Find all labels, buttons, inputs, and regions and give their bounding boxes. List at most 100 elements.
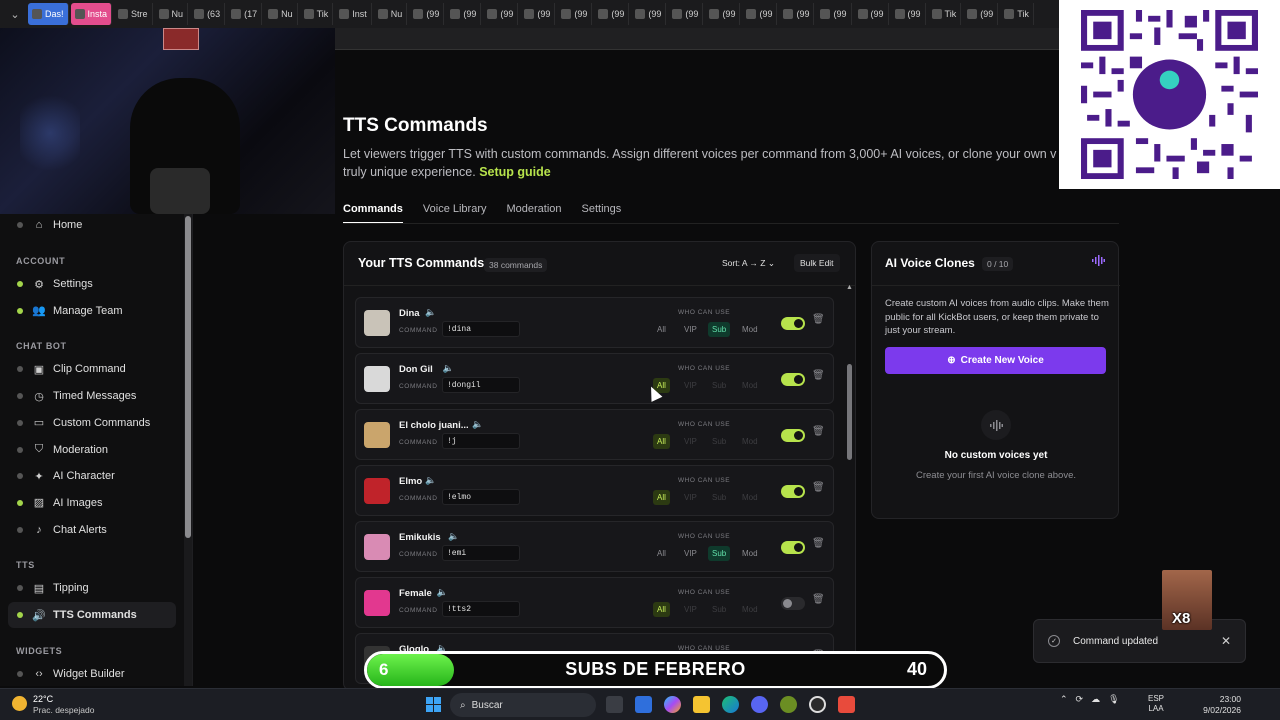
trash-icon[interactable]: 🗑	[812, 538, 825, 549]
tab-commands[interactable]: Commands	[343, 203, 403, 224]
obs-icon[interactable]	[809, 696, 826, 713]
preview-speaker-icon[interactable]: 🔈	[425, 475, 436, 486]
command-input[interactable]: !j	[442, 433, 520, 449]
tray-sync-icon[interactable]: ⟳	[1076, 694, 1084, 705]
perm-vip-button[interactable]: VIP	[680, 490, 701, 505]
perm-all-button[interactable]: All	[653, 602, 670, 617]
taskbar-clock[interactable]: 23:00 9/02/2026	[1197, 694, 1241, 716]
bulk-edit-button[interactable]: Bulk Edit	[794, 254, 840, 272]
taskbar-search[interactable]: ⌕ Buscar	[450, 693, 596, 717]
perm-mod-button[interactable]: Mod	[738, 546, 762, 561]
command-row[interactable]: El cholo juani... 🔈 COMMAND !j WHO CAN USE Al…	[355, 409, 834, 460]
preview-speaker-icon[interactable]: 🔈	[437, 587, 448, 598]
perm-sub-button[interactable]: Sub	[708, 546, 731, 561]
file-explorer-icon[interactable]	[693, 696, 710, 713]
browser-tab[interactable]: Tik	[1000, 3, 1034, 25]
weather-sun-icon[interactable]	[12, 696, 27, 711]
browser-tab[interactable]: (99	[594, 3, 630, 25]
trash-icon[interactable]: 🗑	[812, 594, 825, 605]
sidebar-item-ai-character[interactable]: ✦ AI Character	[8, 463, 176, 489]
browser-tab[interactable]: (99	[446, 3, 482, 25]
preview-speaker-icon[interactable]: 🔈	[425, 307, 436, 318]
perm-vip-button[interactable]: VIP	[680, 322, 701, 337]
tab-list-chevron-icon[interactable]: ⌄	[4, 3, 26, 25]
browser-tab[interactable]: (99	[816, 3, 852, 25]
tab-settings[interactable]: Settings	[582, 203, 622, 224]
command-row[interactable]: Dina 🔈 COMMAND !dina WHO CAN USE All VIP Sub Mod…	[355, 297, 834, 348]
copilot-icon[interactable]	[664, 696, 681, 713]
perm-vip-button[interactable]: VIP	[680, 434, 701, 449]
browser-tab[interactable]: (99	[854, 3, 889, 25]
create-new-voice-button[interactable]: ⊕ Create New Voice	[885, 347, 1106, 374]
sidebar-item-moderation[interactable]: ⛉ Moderation	[8, 437, 176, 463]
browser-tab[interactable]: Nu	[155, 3, 189, 25]
setup-guide-link[interactable]: Setup guide	[479, 165, 551, 179]
browser-tab[interactable]: (99	[668, 3, 704, 25]
sidebar-item-widget-builder[interactable]: ‹› Widget Builder	[8, 661, 176, 686]
tray-chevron-up-icon[interactable]: ⌃	[1060, 694, 1068, 705]
command-input[interactable]: !dongil	[442, 377, 520, 393]
command-row[interactable]: Emikukis 🔈 COMMAND !emi WHO CAN USE All VIP Sub…	[355, 521, 834, 572]
command-row[interactable]: Don Gil 🔈 COMMAND !dongil WHO CAN USE All VIP S…	[355, 353, 834, 404]
command-row[interactable]: Elmo 🔈 COMMAND !elmo WHO CAN USE All VIP Sub Mod…	[355, 465, 834, 516]
close-icon[interactable]: ✕	[1221, 634, 1231, 648]
perm-vip-button[interactable]: VIP	[680, 378, 701, 393]
sidebar-scrollbar-thumb[interactable]	[185, 216, 191, 538]
browser-tab[interactable]: (99	[409, 3, 445, 25]
enable-toggle[interactable]	[781, 429, 805, 442]
sidebar-item-timed-messages[interactable]: ◷ Timed Messages	[8, 383, 176, 409]
sidebar-item-ai-images[interactable]: ▨ AI Images	[8, 490, 176, 516]
scroll-up-arrow-icon[interactable]: ▲	[846, 284, 853, 291]
trash-icon[interactable]: 🗑	[812, 314, 825, 325]
store-icon[interactable]	[635, 696, 652, 713]
weather-temperature[interactable]: 22°C	[33, 694, 53, 704]
sidebar-item-custom-commands[interactable]: ▭ Custom Commands	[8, 410, 176, 436]
trash-icon[interactable]: 🗑	[812, 426, 825, 437]
command-input[interactable]: !emi	[442, 545, 520, 561]
tray-mic-icon[interactable]: 🎙	[1108, 694, 1119, 705]
browser-tab[interactable]: (99	[520, 3, 556, 25]
command-input[interactable]: !tts2	[442, 601, 520, 617]
perm-all-button[interactable]: All	[653, 546, 670, 561]
trash-icon[interactable]: 🗑	[812, 370, 825, 381]
sidebar-scrollbar[interactable]	[184, 214, 192, 686]
preview-speaker-icon[interactable]: 🔈	[448, 531, 459, 542]
browser-tab[interactable]: (99	[705, 3, 741, 25]
browser-tab[interactable]: Nu	[264, 3, 298, 25]
sidebar-item-tts-commands[interactable]: 🔊 TTS Commands	[8, 602, 176, 628]
browser-tab[interactable]: Nu	[374, 3, 408, 25]
browser-tab[interactable]: Stre	[114, 3, 153, 25]
browser-tab[interactable]: Insta	[70, 3, 113, 25]
browser-tab[interactable]: (17	[227, 3, 263, 25]
sidebar-item-clip-command[interactable]: ▣ Clip Command	[8, 356, 176, 382]
enable-toggle[interactable]	[781, 597, 805, 610]
weather-description[interactable]: Prac. despejado	[33, 705, 94, 715]
browser-tab[interactable]: (99	[557, 3, 593, 25]
xbox-icon[interactable]	[780, 696, 797, 713]
enable-toggle[interactable]	[781, 373, 805, 386]
browser-tab[interactable]: Tik	[928, 3, 962, 25]
perm-sub-button[interactable]: Sub	[708, 602, 730, 617]
browser-tab[interactable]: Das!	[28, 3, 69, 25]
command-input[interactable]: !elmo	[442, 489, 520, 505]
browser-tab[interactable]: (99	[779, 3, 815, 25]
browser-tab[interactable]: (99	[963, 3, 999, 25]
sidebar-item-home[interactable]: ⌂ Home	[8, 214, 176, 238]
perm-sub-button[interactable]: Sub	[708, 490, 730, 505]
browser-tab[interactable]: (63	[190, 3, 226, 25]
trash-icon[interactable]: 🗑	[812, 482, 825, 493]
windows-start-icon[interactable]	[426, 697, 441, 712]
perm-sub-button[interactable]: Sub	[708, 378, 730, 393]
tab-voice-library[interactable]: Voice Library	[423, 203, 487, 224]
task-view-icon[interactable]	[606, 696, 623, 713]
browser-tab[interactable]: (99	[631, 3, 667, 25]
perm-vip-button[interactable]: VIP	[680, 602, 701, 617]
preview-speaker-icon[interactable]: 🔈	[472, 419, 483, 430]
edge-icon[interactable]	[722, 696, 739, 713]
tab-moderation[interactable]: Moderation	[507, 203, 562, 224]
perm-all-button[interactable]: All	[653, 322, 670, 337]
perm-mod-button[interactable]: Mod	[738, 602, 762, 617]
browser-tab[interactable]: (99	[483, 3, 519, 25]
perm-sub-button[interactable]: Sub	[708, 434, 730, 449]
browser-tab[interactable]: Inst	[335, 3, 372, 25]
